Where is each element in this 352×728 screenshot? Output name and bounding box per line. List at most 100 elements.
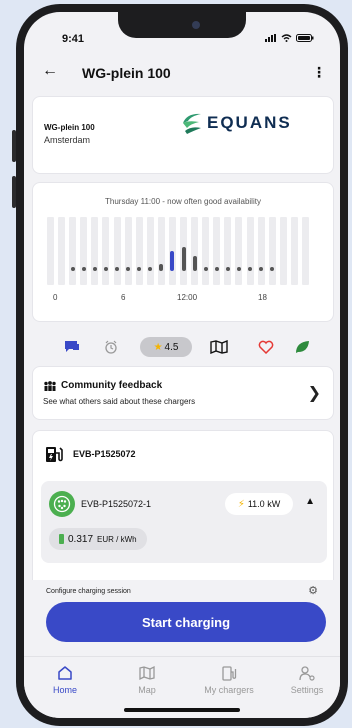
availability-bar-track [224, 217, 232, 285]
connector-id: EVB-P1525072-1 [81, 499, 152, 509]
availability-bar-track [102, 217, 110, 285]
battery-icon [296, 34, 314, 42]
tab-my-chargers[interactable]: My chargers [194, 665, 264, 695]
brand-name: EQUANS [207, 113, 292, 132]
back-button[interactable]: ← [42, 62, 58, 80]
brand-logo: EQUANS [181, 111, 292, 135]
availability-bar [236, 267, 241, 271]
community-feedback-subtitle: See what others said about these charger… [43, 397, 196, 406]
gear-icon[interactable]: ⚙ [308, 584, 318, 597]
tab-home[interactable]: Home [30, 665, 100, 695]
alarm-icon[interactable] [104, 336, 118, 358]
status-icons [265, 34, 314, 42]
availability-bar [170, 251, 175, 271]
charger-card: EVB-P1525072 EVB-P1525072-1 ⚡ 11.0 kW ▲ … [32, 430, 334, 580]
availability-bar [181, 246, 186, 271]
more-options-icon[interactable]: ⋮ [312, 64, 326, 81]
availability-bar-track [257, 217, 265, 285]
price-value: 0.317 [68, 533, 94, 545]
power-badge: ⚡ 11.0 kW [225, 493, 293, 515]
equans-logo-mark [183, 113, 201, 134]
availability-bar-track [246, 217, 254, 285]
availability-bar [203, 266, 208, 271]
charger-icon [222, 666, 237, 681]
location-card: WG-plein 100 Amsterdam EQUANS [32, 96, 334, 174]
availability-bar-track [268, 217, 276, 285]
availability-card: Thursday 11:00 - now often good availabi… [32, 182, 334, 322]
configure-session-label[interactable]: Configure charging session [46, 588, 131, 595]
availability-bar-track [80, 217, 88, 285]
availability-bar-track [213, 217, 221, 285]
availability-bar-track [290, 217, 298, 285]
action-row: ★ 4.5 [24, 336, 340, 358]
availability-bar-track [279, 217, 287, 285]
side-button [12, 130, 16, 162]
heart-icon[interactable] [258, 336, 274, 358]
availability-bar-track [69, 217, 77, 285]
x-tick-label: 0 [53, 293, 58, 302]
screen: 9:41 ← WG-plein 100 ⋮ WG-plein 100 Amste… [24, 12, 340, 718]
lightning-icon: ⚡ [237, 498, 245, 510]
star-icon: ★ [153, 341, 163, 353]
side-button [12, 176, 16, 208]
availability-bar-track [301, 217, 309, 285]
location-city: Amsterdam [44, 135, 91, 145]
rating-badge[interactable]: ★ 4.5 [140, 337, 192, 357]
connector-row[interactable]: EVB-P1525072-1 ⚡ 11.0 kW ▲ 0.317 EUR / k… [41, 481, 327, 563]
price-badge: 0.317 EUR / kWh [49, 528, 147, 550]
page-title: WG-plein 100 [82, 65, 171, 81]
availability-bar [248, 267, 253, 271]
chevron-right-icon: ❯ [307, 385, 321, 402]
availability-text: Thursday 11:00 - now often good availabi… [105, 197, 261, 206]
tab-settings[interactable]: Settings [272, 665, 340, 695]
home-indicator [124, 708, 240, 712]
community-feedback-card[interactable]: Community feedback See what others said … [32, 366, 334, 420]
availability-bar [70, 267, 75, 271]
signal-icon [265, 34, 276, 42]
map-icon[interactable] [210, 336, 228, 358]
availability-bar-track [146, 217, 154, 285]
status-time: 9:41 [62, 33, 85, 45]
chat-icon[interactable] [64, 336, 80, 358]
availability-bar [81, 267, 86, 271]
availability-bar-track [135, 217, 143, 285]
availability-bar-track [91, 217, 99, 285]
leaf-icon[interactable] [294, 336, 310, 358]
availability-bar [103, 267, 108, 271]
availability-bar-track [191, 217, 199, 285]
availability-bar [225, 267, 230, 271]
availability-bar-track [58, 217, 66, 285]
battery-price-icon [59, 534, 64, 544]
availability-bar-track [202, 217, 210, 285]
charger-id: EVB-P1525072 [73, 449, 136, 459]
availability-bar [92, 267, 97, 271]
start-charging-button[interactable]: Start charging [46, 602, 326, 642]
community-feedback-title: Community feedback [43, 380, 162, 391]
wifi-icon [281, 34, 292, 42]
x-tick-label: 12:00 [177, 293, 198, 302]
availability-bar [214, 267, 219, 271]
location-name: WG-plein 100 [44, 123, 95, 132]
people-icon [44, 380, 56, 391]
availability-bar-track [124, 217, 132, 285]
tab-map[interactable]: Map [112, 665, 182, 695]
availability-bar [115, 267, 120, 271]
charger-header: EVB-P1525072 [45, 445, 136, 463]
home-icon [58, 666, 72, 680]
connector-type-icon [49, 491, 75, 517]
map-icon [139, 665, 155, 681]
status-bar: 9:41 [24, 12, 340, 48]
app-header: ← WG-plein 100 ⋮ [24, 60, 340, 90]
chevron-up-icon[interactable]: ▲ [305, 496, 315, 507]
x-tick-label: 6 [121, 293, 126, 302]
availability-bar-track [47, 217, 55, 285]
x-tick-label: 18 [258, 293, 267, 302]
availability-bar [192, 255, 197, 271]
settings-icon [299, 666, 315, 681]
availability-chart [45, 217, 311, 285]
power-value: 11.0 kW [247, 499, 281, 509]
availability-bar-track [235, 217, 243, 285]
availability-bar-track [157, 217, 165, 285]
rating-value: 4.5 [164, 341, 179, 353]
price-unit: EUR / kWh [97, 534, 137, 544]
